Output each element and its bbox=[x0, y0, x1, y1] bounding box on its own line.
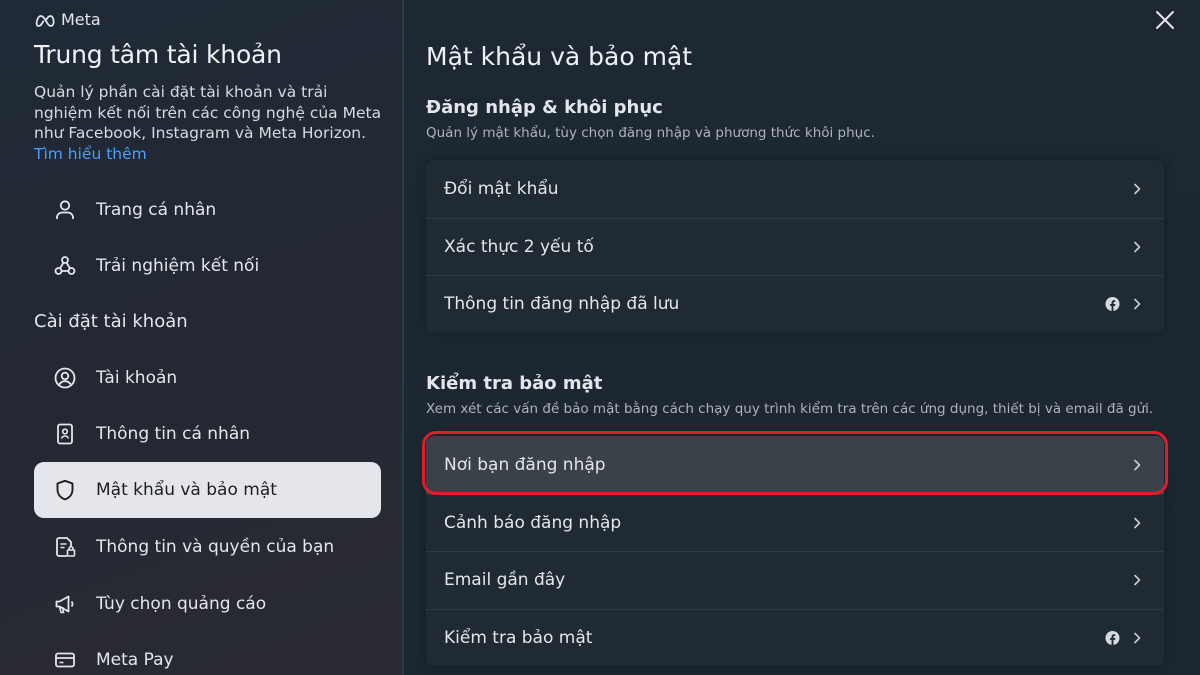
meta-logo[interactable]: Meta bbox=[34, 10, 101, 29]
sidebar-item-your-info-permissions[interactable]: Thông tin và quyền của bạn bbox=[34, 519, 381, 575]
sidebar-item-label: Tùy chọn quảng cáo bbox=[96, 594, 267, 614]
credit-card-icon bbox=[52, 647, 78, 673]
sidebar-item-label: Mật khẩu và bảo mật bbox=[96, 480, 277, 500]
login-recovery-heading: Đăng nhập & khôi phục bbox=[426, 97, 663, 118]
chevron-right-icon bbox=[1134, 241, 1141, 253]
login-recovery-card: Đổi mật khẩu Xác thực 2 yếu tố Thông tin… bbox=[426, 160, 1164, 333]
row-recent-emails[interactable]: Email gần đây bbox=[426, 551, 1164, 609]
sidebar-item-label: Thông tin cá nhân bbox=[96, 424, 251, 444]
security-check-heading: Kiểm tra bảo mật bbox=[426, 373, 603, 394]
meta-logo-text: Meta bbox=[61, 10, 101, 29]
sidebar-title: Trung tâm tài khoản bbox=[34, 40, 282, 69]
security-check-card: Nơi bạn đăng nhập Cảnh báo đăng nhập Ema… bbox=[426, 436, 1164, 666]
id-card-icon bbox=[52, 421, 78, 447]
sidebar-item-connected-experiences[interactable]: Trải nghiệm kết nối bbox=[34, 238, 381, 294]
row-login-alerts[interactable]: Cảnh báo đăng nhập bbox=[426, 493, 1164, 552]
account-settings-heading: Cài đặt tài khoản bbox=[34, 311, 188, 332]
sidebar-item-profile[interactable]: Trang cá nhân bbox=[34, 182, 381, 238]
security-check-description: Xem xét các vấn đề bảo mật bằng cách chạ… bbox=[426, 401, 1154, 417]
row-label: Kiểm tra bảo mật bbox=[444, 627, 593, 648]
sidebar-description: Quản lý phần cài đặt tài khoản và trải n… bbox=[34, 83, 382, 163]
sidebar: Meta Trung tâm tài khoản Quản lý phần cà… bbox=[0, 0, 402, 675]
row-label: Đổi mật khẩu bbox=[444, 178, 559, 199]
shield-icon bbox=[52, 477, 78, 503]
sidebar-item-label: Meta Pay bbox=[96, 650, 174, 670]
row-label: Cảnh báo đăng nhập bbox=[444, 512, 622, 533]
chevron-right-icon bbox=[1134, 574, 1141, 586]
facebook-icon bbox=[1105, 297, 1120, 312]
chevron-right-icon bbox=[1134, 459, 1141, 471]
row-change-password[interactable]: Đổi mật khẩu bbox=[426, 160, 1164, 218]
sidebar-item-ad-preferences[interactable]: Tùy chọn quảng cáo bbox=[34, 576, 381, 632]
chevron-right-icon bbox=[1134, 298, 1141, 310]
row-label: Xác thực 2 yếu tố bbox=[444, 236, 594, 257]
row-where-logged-in[interactable]: Nơi bạn đăng nhập bbox=[426, 436, 1164, 494]
row-label: Nơi bạn đăng nhập bbox=[444, 454, 606, 475]
meta-infinity-icon bbox=[35, 14, 55, 27]
learn-more-link[interactable]: Tìm hiểu thêm bbox=[34, 145, 147, 163]
row-security-checkup[interactable]: Kiểm tra bảo mật bbox=[426, 608, 1164, 667]
facebook-icon bbox=[1105, 630, 1120, 645]
sidebar-item-label: Tài khoản bbox=[96, 368, 178, 388]
main-panel: Mật khẩu và bảo mật Đăng nhập & khôi phụ… bbox=[404, 0, 1200, 675]
sidebar-item-password-security[interactable]: Mật khẩu và bảo mật bbox=[34, 462, 381, 518]
document-lock-icon bbox=[52, 534, 78, 560]
megaphone-icon bbox=[52, 591, 78, 617]
sidebar-item-label: Thông tin và quyền của bạn bbox=[96, 537, 335, 557]
chevron-right-icon bbox=[1134, 632, 1141, 644]
sidebar-item-personal-info[interactable]: Thông tin cá nhân bbox=[34, 406, 381, 462]
row-label: Thông tin đăng nhập đã lưu bbox=[444, 294, 680, 315]
page-title: Mật khẩu và bảo mật bbox=[426, 42, 693, 71]
login-recovery-description: Quản lý mật khẩu, tùy chọn đăng nhập và … bbox=[426, 125, 875, 141]
account-circle-icon bbox=[52, 365, 78, 391]
chevron-right-icon bbox=[1134, 517, 1141, 529]
chevron-right-icon bbox=[1134, 183, 1141, 195]
sidebar-item-label: Trải nghiệm kết nối bbox=[96, 256, 260, 276]
sidebar-item-account[interactable]: Tài khoản bbox=[34, 350, 381, 406]
row-label: Email gần đây bbox=[444, 570, 566, 591]
sidebar-item-meta-pay[interactable]: Meta Pay bbox=[34, 632, 381, 675]
person-icon bbox=[52, 197, 78, 223]
row-two-factor-auth[interactable]: Xác thực 2 yếu tố bbox=[426, 217, 1164, 276]
connected-nodes-icon bbox=[52, 253, 78, 279]
close-icon[interactable] bbox=[1154, 9, 1176, 31]
sidebar-item-label: Trang cá nhân bbox=[96, 200, 217, 220]
row-saved-login-info[interactable]: Thông tin đăng nhập đã lưu bbox=[426, 275, 1164, 333]
